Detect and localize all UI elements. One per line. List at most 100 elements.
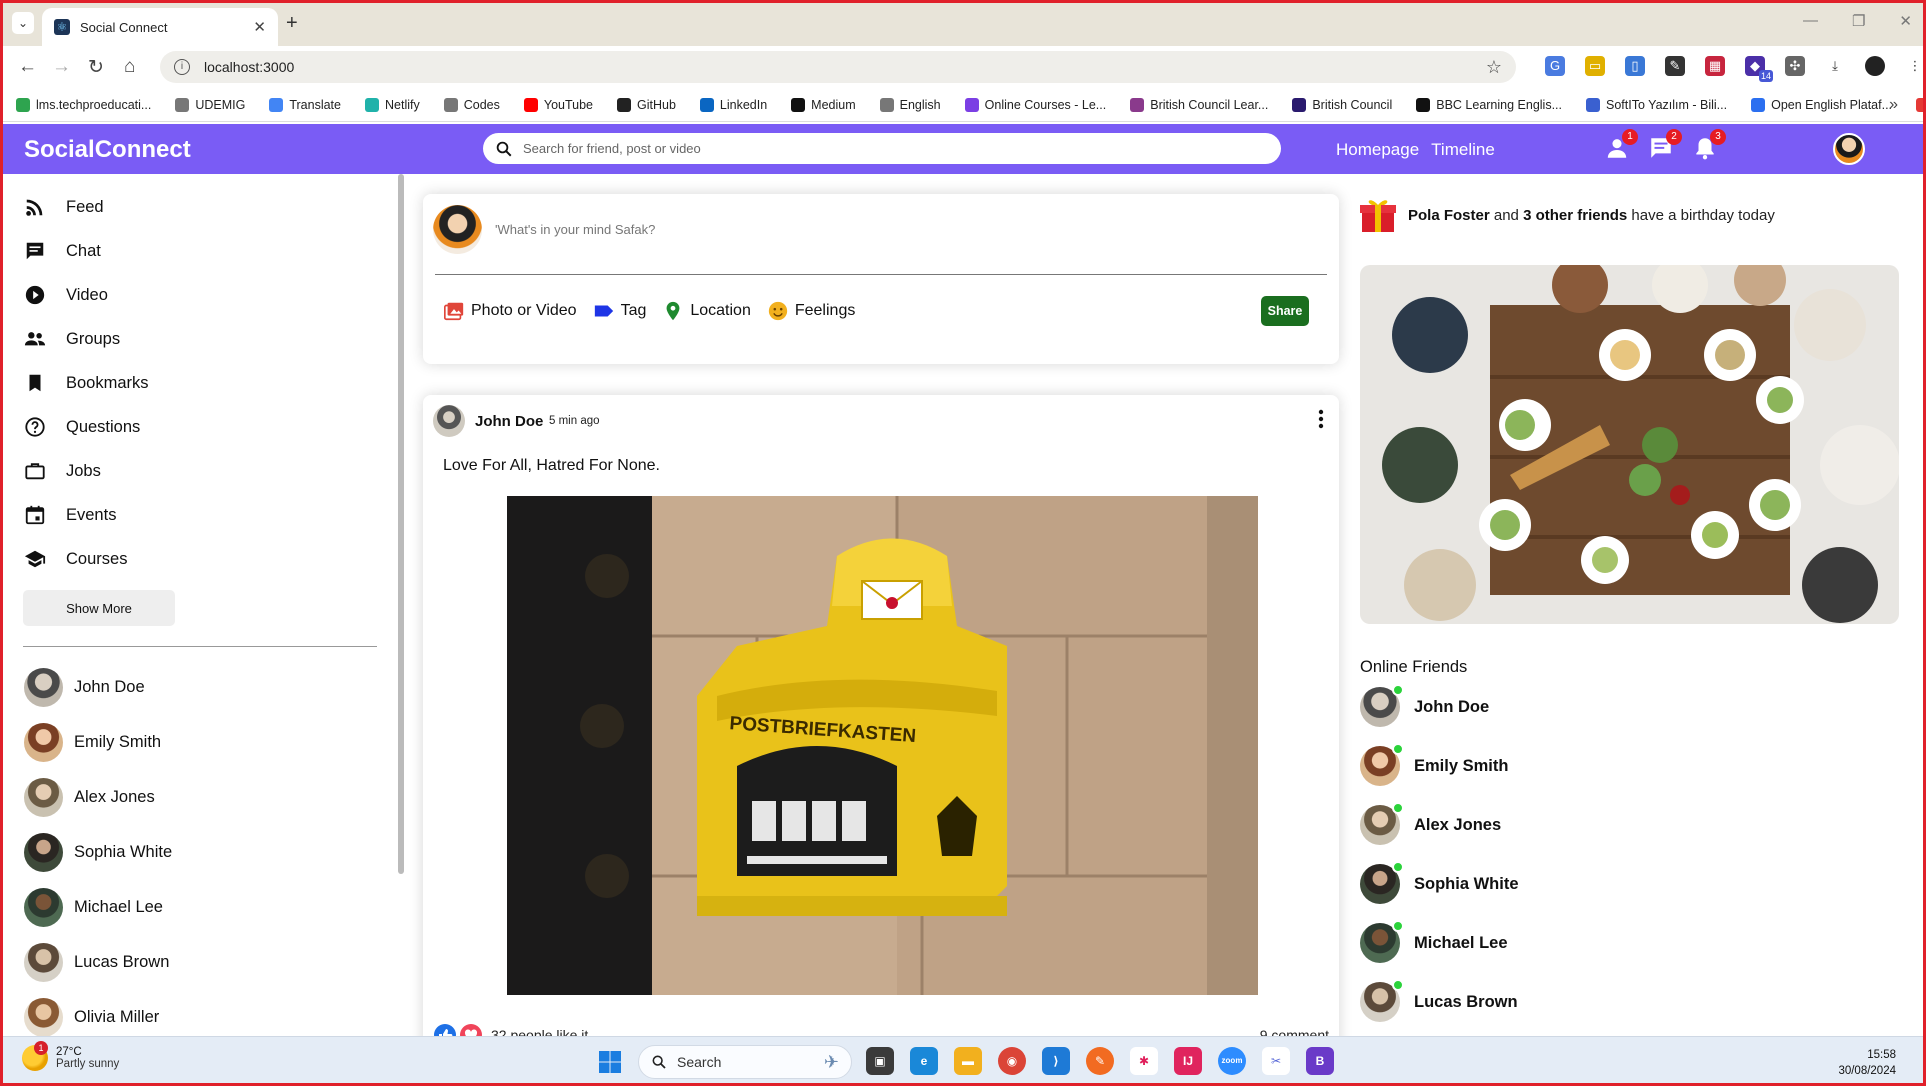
sidebar-item-chat[interactable]: Chat — [24, 240, 101, 262]
sidebar-item-feed[interactable]: Feed — [24, 196, 104, 218]
close-window-icon[interactable]: ✕ — [1899, 12, 1912, 30]
bookmark-item[interactable]: YouTube — [523, 97, 593, 112]
online-friend-alex-jones[interactable]: Alex Jones — [1360, 802, 1501, 845]
share-input[interactable]: 'What's in your mind Safak? — [495, 222, 655, 237]
postman-icon[interactable]: ✎ — [1086, 1047, 1114, 1075]
profile-icon[interactable] — [1865, 56, 1885, 76]
messages-button[interactable]: 2 — [1648, 129, 1682, 161]
browser-tab[interactable]: ⚛ Social Connect ✕ — [42, 8, 278, 46]
close-tab-icon[interactable]: ✕ — [253, 18, 266, 36]
online-friend-sophia-white[interactable]: Sophia White — [1360, 861, 1519, 904]
back-icon[interactable]: ← — [18, 56, 37, 78]
bookmark-item[interactable]: British Council Lear... — [1130, 97, 1268, 112]
app-logo[interactable]: SocialConnect — [24, 136, 191, 164]
birthday-name[interactable]: Pola Foster — [1408, 207, 1490, 224]
taskbar-search[interactable]: Search ✈ — [638, 1045, 852, 1079]
bookmark-item[interactable]: Medium — [791, 97, 856, 112]
site-info-icon[interactable]: i — [174, 59, 190, 75]
windows-start-icon[interactable] — [598, 1050, 622, 1074]
restore-icon[interactable]: ❐ — [1852, 12, 1865, 30]
bookmark-item[interactable]: SoftITo Yazılım - Bili... — [1586, 97, 1727, 112]
user-avatar[interactable] — [1833, 133, 1865, 165]
reload-icon[interactable]: ↻ — [88, 56, 104, 79]
download-icon[interactable]: ⤓ — [1825, 56, 1845, 76]
online-friend-lucas-brown[interactable]: Lucas Brown — [1360, 979, 1518, 1022]
extensions-puzzle-icon[interactable]: ✣ — [1785, 56, 1805, 76]
bookmark-item[interactable]: British Council — [1292, 97, 1392, 112]
sidebar-item-video[interactable]: Video — [24, 284, 108, 306]
search-bar[interactable] — [483, 133, 1281, 164]
bookmark-star-icon[interactable]: ☆ — [1486, 57, 1502, 78]
new-tab-icon[interactable]: + — [286, 12, 298, 35]
notifications-button[interactable]: 3 — [1692, 129, 1726, 161]
bookmark-item[interactable]: UDEMIG — [175, 97, 245, 112]
extension-icon[interactable]: ▭ — [1585, 56, 1605, 76]
sidebar-friend-michael-lee[interactable]: Michael Lee — [24, 888, 163, 927]
tab-search-icon[interactable]: ⌄ — [12, 12, 34, 34]
sidebar-friend-lucas-brown[interactable]: Lucas Brown — [24, 943, 169, 982]
sidebar-friend-sophia-white[interactable]: Sophia White — [24, 833, 172, 872]
post-avatar[interactable] — [433, 405, 465, 437]
share-button[interactable]: Share — [1261, 296, 1309, 326]
url-bar[interactable]: i localhost:3000 ☆ — [160, 51, 1516, 83]
bookmark-item[interactable]: lms.techproeducati... — [16, 97, 151, 112]
online-friend-john-doe[interactable]: John Doe — [1360, 684, 1489, 727]
feelings-option[interactable]: Feelings — [767, 300, 855, 322]
birthday-others[interactable]: 3 other friends — [1523, 207, 1627, 224]
vscode-icon[interactable]: ⟩ — [1042, 1047, 1070, 1075]
minimize-icon[interactable]: — — [1803, 12, 1818, 30]
sidebar-friend-john-doe[interactable]: John Doe — [24, 668, 145, 707]
extension-icon[interactable]: ▦ — [1705, 56, 1725, 76]
show-more-button[interactable]: Show More — [23, 590, 175, 626]
sidebar-item-courses[interactable]: Courses — [24, 548, 127, 570]
file-explorer-icon[interactable]: ▬ — [954, 1047, 982, 1075]
online-friend-michael-lee[interactable]: Michael Lee — [1360, 920, 1508, 963]
zoom-icon[interactable]: zoom — [1218, 1047, 1246, 1075]
post-username[interactable]: John Doe — [475, 413, 543, 430]
forward-icon[interactable]: → — [52, 56, 71, 78]
system-clock[interactable]: 15:58 30/08/2024 — [1838, 1047, 1896, 1079]
intellij-icon[interactable]: IJ — [1174, 1047, 1202, 1075]
tag-option[interactable]: Tag — [593, 300, 646, 322]
sidebar-scrollbar[interactable] — [398, 174, 404, 874]
menu-kebab-icon[interactable]: ⋮ — [1905, 56, 1925, 76]
home-icon[interactable]: ⌂ — [124, 56, 135, 78]
extension-icon[interactable]: ▯ — [1625, 56, 1645, 76]
translate-extension-icon[interactable]: G — [1545, 56, 1565, 76]
sidebar-item-events[interactable]: Events — [24, 504, 116, 526]
nav-timeline-link[interactable]: Timeline — [1431, 140, 1495, 160]
eyedropper-extension-icon[interactable]: ✎ — [1665, 56, 1685, 76]
online-friend-emily-smith[interactable]: Emily Smith — [1360, 743, 1508, 786]
friend-requests-button[interactable]: 1 — [1604, 129, 1638, 161]
url-text[interactable]: localhost:3000 — [204, 59, 1486, 75]
bookmark-item[interactable]: GitHub — [617, 97, 676, 112]
bookmark-item[interactable]: Translate — [269, 97, 341, 112]
bookmarks-overflow-icon[interactable]: » — [1889, 96, 1898, 114]
slack-icon[interactable]: ✱ — [1130, 1047, 1158, 1075]
bookmark-item[interactable]: English — [879, 97, 941, 112]
sidebar-friend-alex-jones[interactable]: Alex Jones — [24, 778, 155, 817]
bookmark-item[interactable]: Online Courses - Le... — [964, 97, 1106, 112]
bookmark-item[interactable]: Codes — [443, 97, 500, 112]
bookmark-item[interactable]: LinkedIn — [699, 97, 767, 112]
edge-icon[interactable]: e — [910, 1047, 938, 1075]
location-option[interactable]: Location — [662, 300, 751, 322]
sidebar-item-groups[interactable]: Groups — [24, 328, 120, 350]
snipping-tool-icon[interactable]: ✂ — [1262, 1047, 1290, 1075]
bookmark-item[interactable]: Netlify — [365, 97, 420, 112]
extension-icon[interactable]: ◆ 14 — [1745, 56, 1773, 82]
bookmark-item[interactable]: Lingua — [1916, 97, 1926, 112]
sidebar-friend-olivia-miller[interactable]: Olivia Miller — [24, 998, 159, 1036]
chrome-icon[interactable]: ◉ — [998, 1047, 1026, 1075]
bootstrap-icon[interactable]: B — [1306, 1047, 1334, 1075]
bookmark-item[interactable]: BBC Learning Englis... — [1416, 97, 1562, 112]
weather-widget[interactable]: 1 27°C Partly sunny — [22, 1041, 119, 1071]
sidebar-item-bookmarks[interactable]: Bookmarks — [24, 372, 149, 394]
search-input[interactable] — [523, 141, 1269, 156]
sidebar-friend-emily-smith[interactable]: Emily Smith — [24, 723, 161, 762]
bookmark-item[interactable]: Open English Plataf... — [1751, 97, 1892, 112]
sidebar-item-questions[interactable]: Questions — [24, 416, 140, 438]
more-vert-icon[interactable] — [1317, 407, 1325, 431]
task-view-icon[interactable]: ▣ — [866, 1047, 894, 1075]
sidebar-item-jobs[interactable]: Jobs — [24, 460, 101, 482]
